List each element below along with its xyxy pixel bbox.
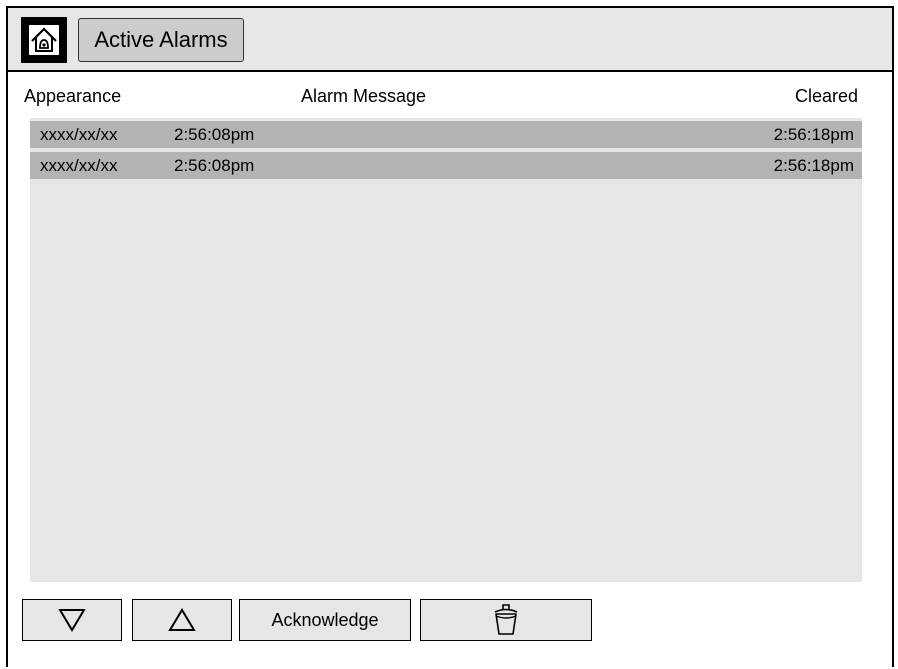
alarm-date: xxxx/xx/xx (40, 125, 118, 144)
trash-icon (494, 604, 518, 635)
column-header-alarm-message: Alarm Message (301, 86, 427, 106)
alarm-cleared-time: 2:56:18pm (773, 156, 854, 175)
alarm-screen: Active Alarms Appearance Alarm Message C… (6, 6, 894, 667)
header-bar: Active Alarms (8, 8, 892, 72)
column-header-cleared: Cleared (794, 86, 858, 106)
scroll-up-button[interactable] (132, 599, 232, 641)
alarm-row[interactable]: xxxx/xx/xx 2:56:08pm 2:56:18pm (30, 121, 862, 148)
triangle-up-icon (168, 608, 196, 631)
active-alarms-title-button[interactable]: Active Alarms (78, 18, 244, 62)
alarm-list[interactable]: xxxx/xx/xx 2:56:08pm 2:56:18pm xxxx/xx/x… (30, 118, 862, 582)
alarm-time: 2:56:08pm (174, 156, 255, 175)
column-header-appearance: Appearance (24, 86, 122, 106)
home-alarm-icon (29, 25, 59, 55)
scroll-down-button[interactable] (22, 599, 122, 641)
triangle-down-icon (58, 609, 86, 632)
alarm-cleared-time: 2:56:18pm (773, 125, 854, 144)
home-button[interactable] (21, 17, 67, 63)
alarm-time: 2:56:08pm (174, 125, 255, 144)
alarm-date: xxxx/xx/xx (40, 156, 118, 175)
acknowledge-button[interactable]: Acknowledge (239, 599, 411, 641)
alarm-row[interactable]: xxxx/xx/xx 2:56:08pm 2:56:18pm (30, 152, 862, 179)
delete-button[interactable] (420, 599, 592, 641)
